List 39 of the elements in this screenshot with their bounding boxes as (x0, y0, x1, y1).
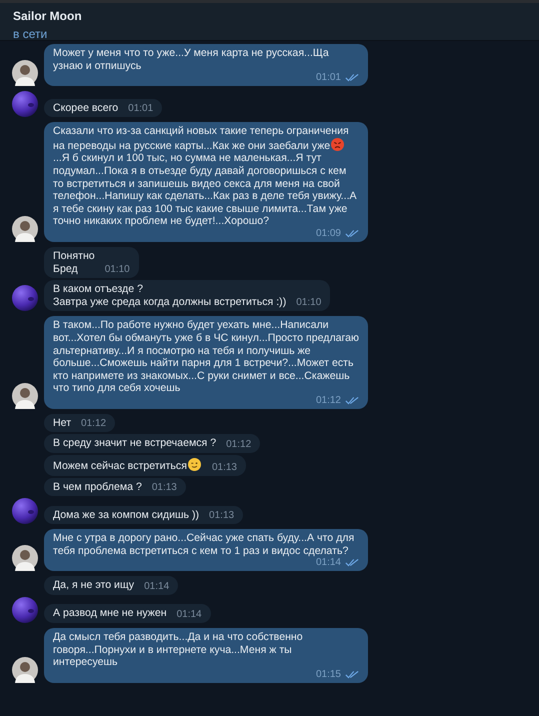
avatar[interactable] (12, 656, 38, 683)
angry-face-icon (331, 138, 344, 151)
message-text: Можем сейчас встретиться (53, 458, 202, 473)
winking-face-icon (188, 458, 201, 472)
message-text: В таком...По работе нужно будет уехать мне...Написали вот...Хотел бы обмануть уже б в ЧС кинул...Просто предлагаю альтернативу...И я посмотрю на тебя и получишь же больше...Сможешь найти парня для 1 встречи?...Может есть кто напримете из знакомых...С руки снимет и все...Скажешь что типо для себя хочешь (53, 319, 359, 395)
message-text: Скорее всего (53, 102, 118, 114)
message-text: Дома же за компом сидишь )) (53, 508, 200, 522)
online-status: в сети (13, 27, 48, 41)
message-text: Да смысл тебя разводить...Да и на что собственно говоря...Порнухи и в интернете куча...Меня ж ты интересуешь (53, 631, 304, 669)
message-time: 01:12 (81, 418, 106, 430)
message-time: 01:12 (316, 394, 341, 406)
message-time: 01:10 (104, 264, 130, 276)
message-time: 01:10 (296, 297, 322, 308)
message-text: А развод мне не нужен (53, 607, 167, 620)
avatar[interactable] (12, 216, 38, 242)
message-text: В среду значит не встречаемся ? (53, 437, 216, 450)
message-text: Может у меня что то уже...У меня карта не русская...Ща узнаю и отпишусь (53, 47, 330, 72)
chat-title: Sailor Moon (13, 9, 83, 23)
message-time: 01:15 (316, 668, 341, 680)
message-text: Сказали что из-за санкций новых такие теперь ограничения на переводы на русские карты...Как же они заебали уже ...Я б скинул и 100 тыс, но сумма не маленькая...Я тут подумал...Пока я в отьезде буду давай договоришься с кем то встретиться и запишешь видео секса для меня на свой телефон...Напишу как сделать...Как раз в деле тебя увижу...А я тебе скину как раз 100 тыс какие свыше лимита...Там уже точно никаких проблем не будет!...Хорошо? (53, 125, 358, 228)
avatar[interactable] (12, 382, 38, 409)
avatar[interactable] (12, 545, 38, 572)
message-text: В чем проблема ? (53, 480, 142, 494)
message-time: 01:13 (209, 510, 234, 522)
message-time: 01:01 (128, 103, 154, 114)
message-time: 01:12 (226, 439, 252, 450)
message-text: Мне с утра в дорогу рано...Сейчас уже спать буду...А что для тебя проблема встретиться с кем то 1 раз и видос сделать? (53, 532, 356, 558)
avatar[interactable] (12, 60, 38, 86)
message-time: 01:14 (144, 581, 170, 592)
message-text: В каком отъезде ? Завтра уже среда когда должны встретиться :)) (53, 283, 286, 308)
message-time: 01:14 (316, 557, 341, 568)
message-time: 01:09 (316, 228, 341, 239)
message-time: 01:14 (176, 609, 202, 620)
message-text: Да, я не это ищу (53, 579, 134, 592)
message-text: Понятно Бред (53, 250, 95, 276)
message-time: 01:13 (152, 482, 177, 494)
message-text: Нет (53, 416, 72, 430)
message-time: 01:01 (316, 72, 341, 84)
message-time: 01:13 (212, 462, 237, 473)
